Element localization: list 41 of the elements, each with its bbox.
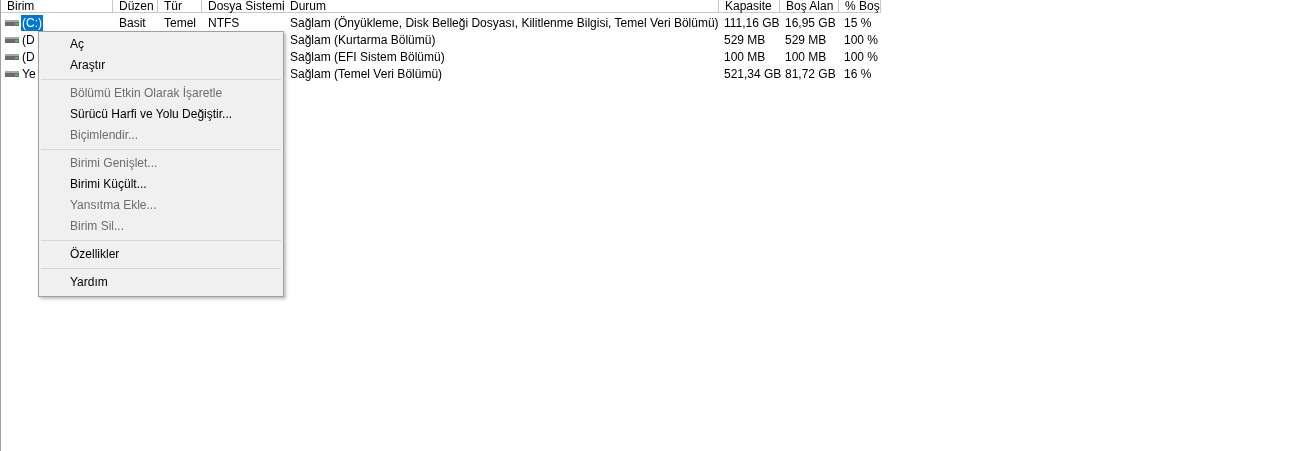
menu-item[interactable]: Aç: [41, 34, 281, 55]
drive-icon: [5, 36, 19, 43]
menu-item[interactable]: Sürücü Harfi ve Yolu Değiştir...: [41, 104, 281, 125]
volume-name[interactable]: (C:): [21, 14, 43, 31]
table-cell: 100 MB: [785, 49, 827, 64]
volume-name[interactable]: (D: [21, 48, 36, 65]
column-header[interactable]: Tür: [158, 0, 202, 13]
volume-name[interactable]: (D: [21, 31, 36, 48]
drive-icon: [5, 70, 19, 77]
table-cell: Temel: [164, 15, 196, 30]
drive-icon: [5, 19, 19, 26]
column-header[interactable]: Birim: [1, 0, 113, 13]
table-cell: 521,34 GB: [724, 66, 782, 81]
table-cell: NTFS: [208, 15, 240, 30]
column-header[interactable]: Kapasite: [719, 0, 780, 13]
table-cell: Sağlam (Kurtarma Bölümü): [290, 32, 436, 47]
menu-item[interactable]: Özellikler: [41, 244, 281, 265]
table-cell: 81,72 GB: [785, 66, 836, 81]
drive-icon: [5, 53, 19, 60]
column-header[interactable]: % Boş: [839, 0, 881, 13]
table-cell: 100 MB: [724, 49, 766, 64]
column-header[interactable]: Dosya Sistemi: [202, 0, 284, 13]
menu-item[interactable]: Araştır: [41, 55, 281, 76]
column-header[interactable]: Boş Alan: [780, 0, 839, 13]
table-cell: 529 MB: [785, 32, 827, 47]
table-cell: 100 %: [844, 32, 879, 47]
column-header[interactable]: Durum: [284, 0, 719, 13]
table-cell: Sağlam (Önyükleme, Disk Belleği Dosyası, Kilitlenme Bilgisi, Temel Veri Bölümü): [290, 15, 719, 30]
table-cell: Sağlam (Temel Veri Bölümü): [290, 66, 443, 81]
table-cell: Sağlam (EFI Sistem Bölümü): [290, 49, 445, 64]
volume-name[interactable]: Ye: [21, 65, 37, 82]
table-cell: 100 %: [844, 49, 879, 64]
table-cell: 16,95 GB: [785, 15, 836, 30]
menu-item[interactable]: Yardım: [41, 272, 281, 293]
column-header[interactable]: Düzen: [113, 0, 158, 13]
table-cell: 15 %: [844, 15, 872, 30]
menu-item[interactable]: Birimi Küçült...: [41, 174, 281, 195]
table-cell: 529 MB: [724, 32, 766, 47]
table-cell: 16 %: [844, 66, 872, 81]
table-cell: Basit: [119, 15, 146, 30]
table-cell: 111,16 GB: [724, 15, 780, 30]
